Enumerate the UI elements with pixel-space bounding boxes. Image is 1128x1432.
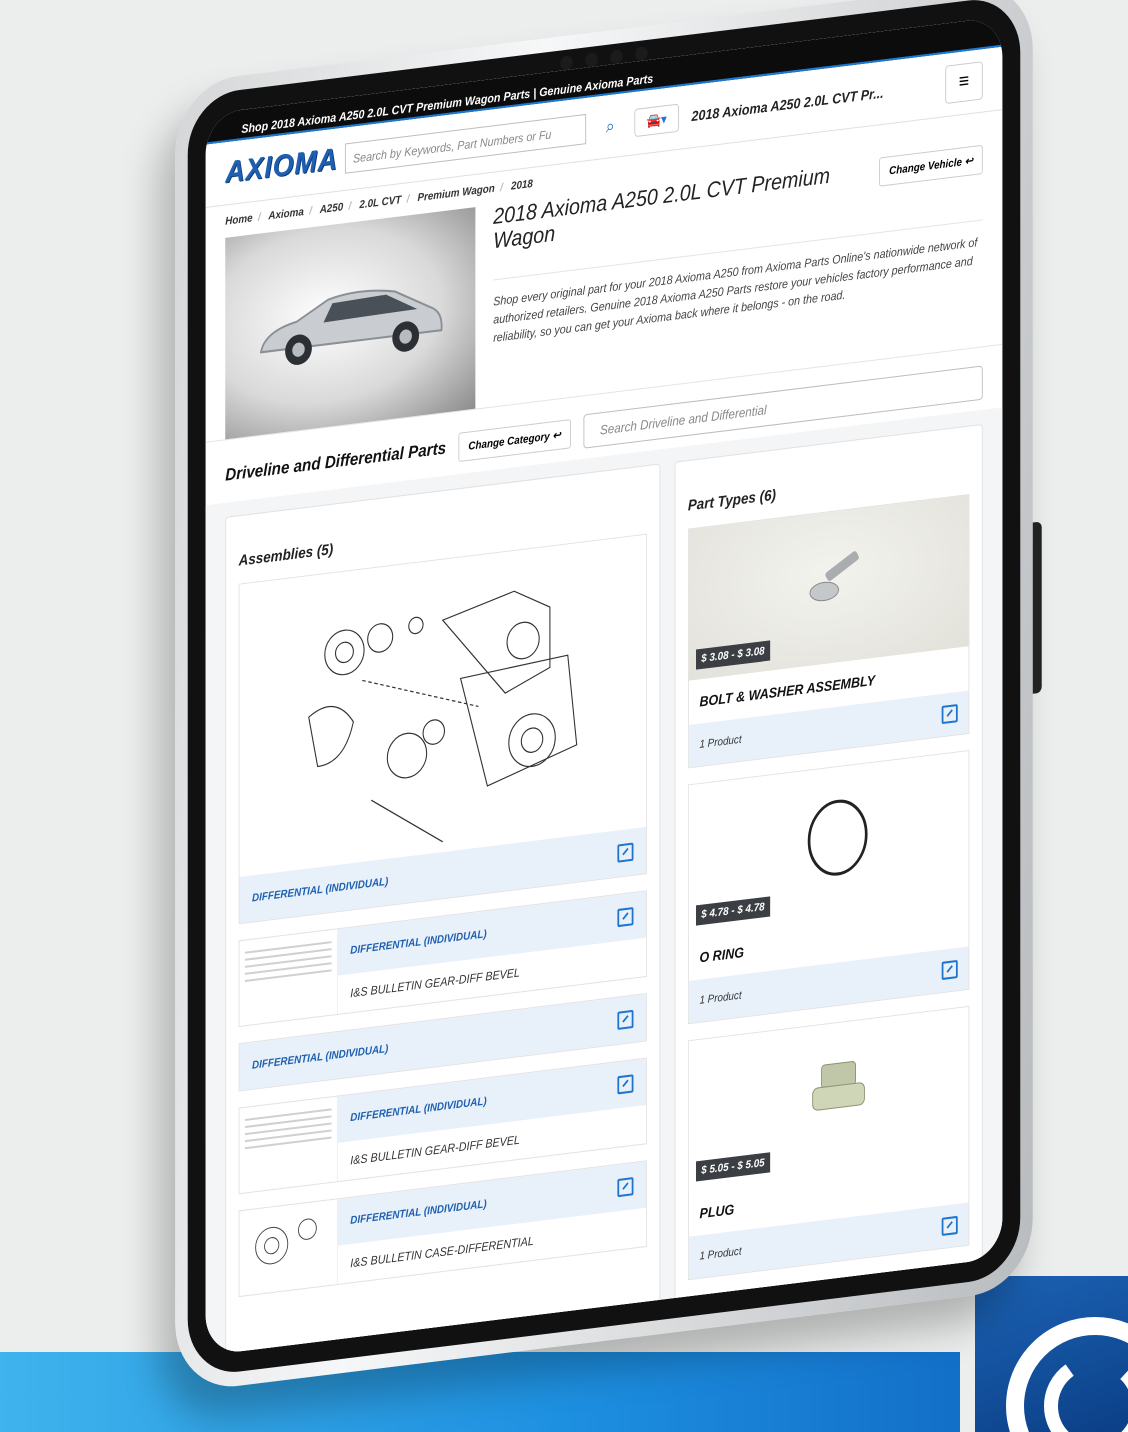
vehicle-picker[interactable]: 🚘▾ [634,103,680,138]
assembly-diagram [239,534,646,877]
external-link-icon[interactable] [941,704,958,725]
external-link-icon[interactable] [617,1009,634,1030]
external-link-icon[interactable] [617,907,634,928]
product-count: 1 Product [699,733,742,751]
tablet-screen: Shop 2018 Axioma A250 2.0L CVT Premium W… [205,16,1003,1356]
results-area: Assemblies (5) DIFFERENTIAL (INDIVIDUAL)… [205,407,1003,1356]
part-card[interactable]: $ 3.08 - $ 3.08 BOLT & WASHER ASSEMBLY 1… [687,494,970,769]
breadcrumb-year[interactable]: 2018 [511,178,533,193]
side-button [1032,521,1042,694]
product-count: 1 Product [699,989,742,1007]
diagram-thumbnail [239,1199,338,1296]
part-types-panel: Part Types (6) $ 3.08 - $ 3.08 BOLT & WA… [674,423,983,1356]
breadcrumb-engine[interactable]: 2.0L CVT [359,194,401,211]
site-logo[interactable]: AXIOMA [225,142,338,190]
car-image-icon [259,289,443,365]
product-count: 1 Product [699,1245,742,1263]
breadcrumb-trim[interactable]: Premium Wagon [417,183,494,205]
return-arrow-icon: ↩ [964,155,973,169]
assembly-name[interactable]: DIFFERENTIAL (INDIVIDUAL) [350,1095,486,1124]
external-link-icon[interactable] [617,1177,634,1198]
tablet-bezel: Shop 2018 Axioma A250 2.0L CVT Premium W… [187,0,1021,1378]
brand-corner [975,1276,1128,1432]
change-category-label: Change Category [468,430,550,453]
bulletin-thumbnail [239,929,338,1026]
search-icon[interactable]: ⌕ [599,112,622,141]
car-icon: 🚘▾ [646,111,667,129]
diagram-thumb-icon [255,1218,317,1265]
external-link-icon[interactable] [617,842,634,863]
change-vehicle-label: Change Vehicle [889,156,962,178]
tablet-device: Shop 2018 Axioma A250 2.0L CVT Premium W… [175,0,1042,1394]
return-arrow-icon: ↩ [552,428,561,442]
vehicle-image [225,207,476,440]
assemblies-panel: Assemblies (5) DIFFERENTIAL (INDIVIDUAL)… [225,463,661,1356]
breadcrumb-make[interactable]: Axioma [268,206,304,222]
exploded-diagram-icon [308,590,578,843]
bulletin-thumbnail [239,1096,338,1194]
breadcrumb-model[interactable]: A250 [320,201,343,216]
change-category-button[interactable]: Change Category ↩ [458,418,571,462]
menu-button[interactable]: ≡ [945,61,983,105]
assembly-card[interactable]: DIFFERENTIAL (INDIVIDUAL) [238,533,647,925]
assembly-name[interactable]: DIFFERENTIAL (INDIVIDUAL) [252,876,388,905]
hamburger-icon: ≡ [958,69,970,94]
part-card[interactable]: $ 4.78 - $ 4.78 O RING 1 Product [687,749,970,1025]
external-link-icon[interactable] [617,1074,634,1095]
assembly-name[interactable]: DIFFERENTIAL (INDIVIDUAL) [252,1043,388,1072]
part-card[interactable]: $ 5.05 - $ 5.05 PLUG 1 Product [687,1005,970,1281]
breadcrumb-home[interactable]: Home [225,212,252,227]
assembly-name[interactable]: DIFFERENTIAL (INDIVIDUAL) [350,1198,486,1227]
background-band [0,1352,960,1432]
external-link-icon[interactable] [941,1215,958,1236]
selected-vehicle[interactable]: 2018 Axioma A250 2.0L CVT Pr... [692,78,933,124]
external-link-icon[interactable] [941,959,958,981]
category-title: Driveline and Differential Parts [225,438,447,485]
assembly-name[interactable]: DIFFERENTIAL (INDIVIDUAL) [350,928,486,957]
brand-logo-icon [1006,1317,1128,1432]
